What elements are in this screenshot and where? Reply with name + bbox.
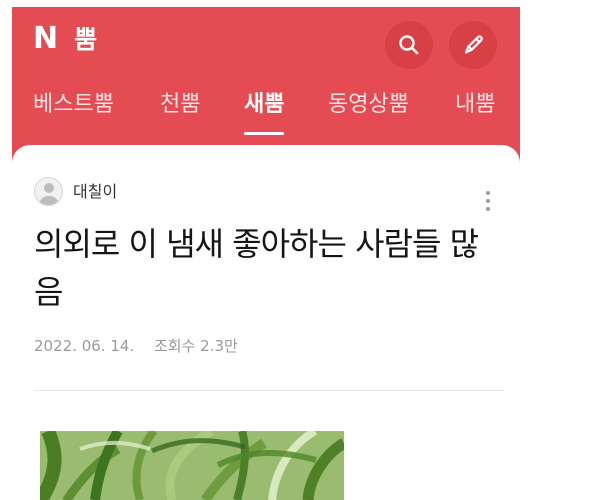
pencil-icon [464, 34, 483, 54]
search-button[interactable] [385, 21, 433, 69]
author-name[interactable]: 대칠이 [73, 182, 117, 202]
author-row[interactable]: 대칠이 [34, 177, 117, 206]
category-tabs: 베스트뿜 천뿜 새뿜 동영상뿜 내뿜 [12, 85, 520, 143]
more-dot-middle [486, 199, 490, 203]
active-tab-underline [244, 132, 285, 135]
tab-new[interactable]: 새뿜 [244, 92, 285, 136]
tab-thousand-label: 천뿜 [160, 92, 201, 117]
write-button[interactable] [449, 21, 497, 69]
post-date: 2022. 06. 14. [34, 337, 135, 355]
tab-best-label: 베스트뿜 [33, 92, 114, 117]
post-meta: 2022. 06. 14. 조회수 2.3만 [34, 337, 238, 355]
avatar[interactable] [34, 177, 63, 206]
more-dot-top [486, 191, 490, 195]
tab-mine[interactable]: 내뿜 [455, 92, 495, 136]
more-dot-bottom [486, 207, 490, 211]
post-content: 대칠이 의외로 이 냄새 좋아하는 사람들 많음 2022. 06. 14. 조… [12, 145, 520, 500]
tab-new-label: 새뿜 [244, 92, 285, 117]
app-container: N 뿜 베스트뿜 천뿜 새뿜 동영상뿜 내뿜 대칠이 의외로 이 냄새 좋아하는… [12, 7, 520, 500]
top-bar: N 뿜 [12, 7, 520, 85]
tab-video-label: 동영상뿜 [328, 92, 409, 117]
tab-thousand[interactable]: 천뿜 [160, 92, 200, 136]
tab-video[interactable]: 동영상뿜 [328, 92, 409, 136]
post-image[interactable] [40, 431, 344, 500]
post-views: 조회수 2.3만 [153, 337, 238, 355]
search-icon [399, 35, 419, 55]
more-options-button[interactable] [483, 191, 493, 217]
mobile-screen: N 뿜 베스트뿜 천뿜 새뿜 동영상뿜 내뿜 대칠이 의외로 이 냄새 좋아하는… [0, 0, 600, 500]
post-title: 의외로 이 냄새 좋아하는 사람들 많음 [34, 225, 479, 311]
logo[interactable]: N 뿜 [33, 24, 97, 54]
tab-mine-label: 내뿜 [455, 92, 496, 117]
logo-text: 뿜 [74, 24, 98, 54]
logo-letter: N [33, 21, 59, 56]
corn-field-image [40, 431, 344, 500]
content-divider [34, 390, 504, 391]
tab-best[interactable]: 베스트뿜 [33, 92, 114, 136]
